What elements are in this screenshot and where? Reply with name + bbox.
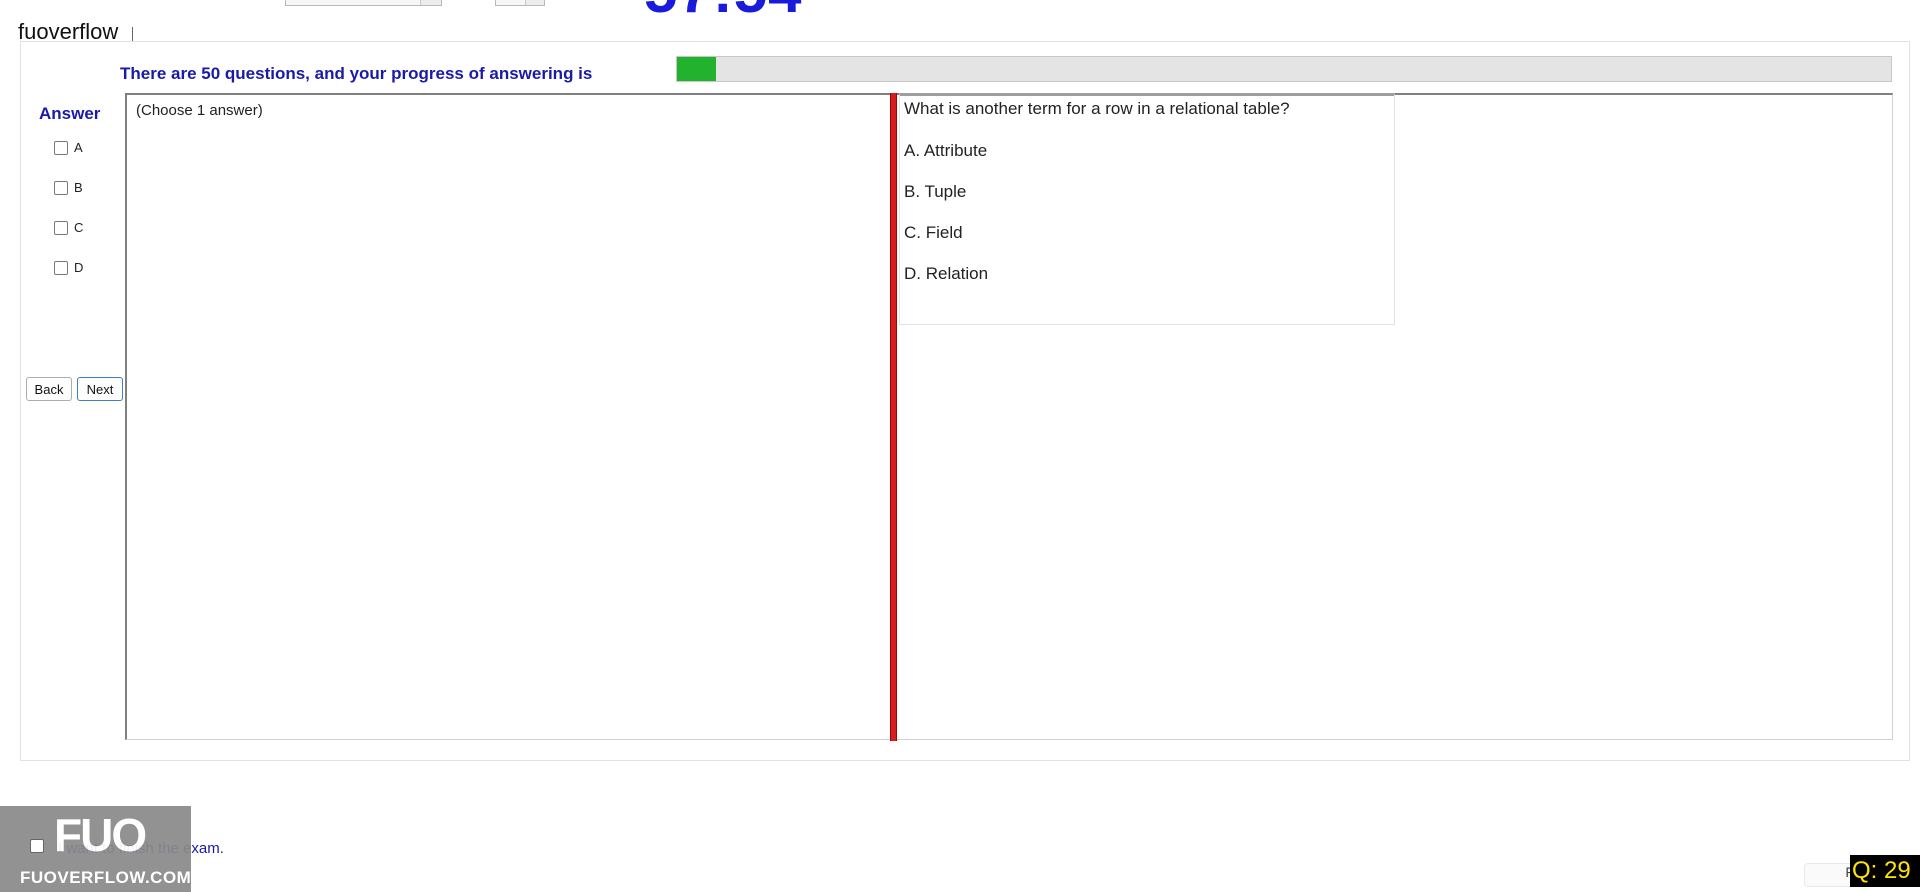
question-choice-d: D. Relation — [904, 264, 989, 283]
top-spin-box[interactable] — [495, 0, 545, 6]
progress-bar — [676, 56, 1892, 82]
checkbox-c[interactable] — [54, 220, 68, 235]
checkbox-b[interactable] — [54, 180, 68, 195]
answer-option-b[interactable]: B — [54, 180, 83, 195]
finish-exam-checkbox[interactable] — [30, 839, 44, 853]
spin-arrow-icon[interactable] — [525, 0, 544, 5]
top-combo-box[interactable] — [285, 0, 442, 6]
exam-timer: 57:54 — [644, 0, 802, 22]
answer-option-d[interactable]: D — [54, 260, 83, 275]
choose-hint: (Choose 1 answer) — [136, 102, 263, 119]
progress-fill — [677, 57, 716, 81]
checkbox-a[interactable] — [54, 140, 68, 155]
logo-mark: FUO — [54, 809, 147, 861]
question-choice-b: B. Tuple — [904, 182, 967, 201]
logo-url: FUOVERFLOW.COM — [20, 868, 192, 887]
question-number-badge: Q: 29 — [1850, 855, 1920, 887]
fuoverflow-logo: FUO FUOVERFLOW.COM — [0, 806, 191, 892]
question-choice-c: C. Field — [904, 223, 963, 242]
combo-arrow-icon[interactable] — [420, 0, 441, 5]
answer-option-c[interactable]: C — [54, 220, 83, 235]
answer-option-label: B — [74, 180, 83, 195]
answer-option-label: D — [74, 260, 84, 275]
question-panel — [899, 93, 1395, 325]
question-text: What is another term for a row in a rela… — [904, 99, 1290, 118]
answer-option-a[interactable]: A — [54, 140, 83, 155]
pane-splitter[interactable] — [890, 93, 897, 741]
answer-option-label: C — [74, 220, 84, 235]
checkbox-d[interactable] — [54, 260, 68, 275]
back-button[interactable]: Back — [26, 377, 72, 401]
answer-title: Answer — [39, 104, 101, 123]
answer-option-label: A — [74, 140, 83, 155]
question-choice-a: A. Attribute — [904, 141, 988, 160]
next-button[interactable]: Next — [77, 377, 123, 401]
progress-label: There are 50 questions, and your progres… — [120, 64, 593, 83]
